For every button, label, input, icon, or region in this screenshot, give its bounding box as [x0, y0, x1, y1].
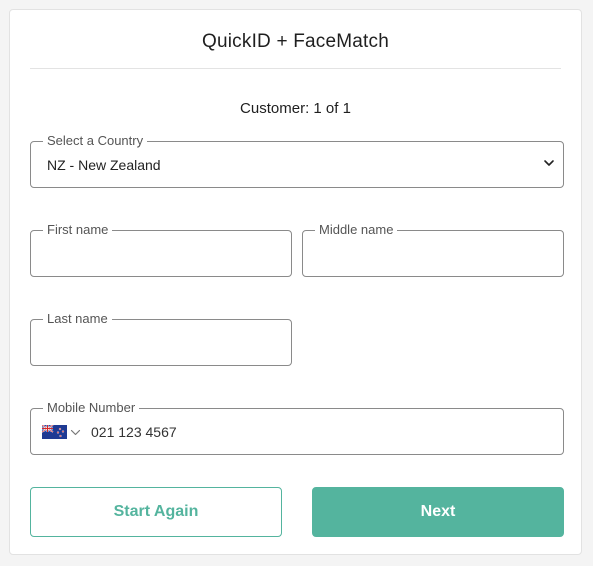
country-value: NZ - New Zealand	[47, 156, 161, 173]
middle-name-field[interactable]: Middle name	[302, 221, 564, 277]
last-name-label: Last name	[43, 310, 112, 328]
first-name-field[interactable]: First name	[30, 221, 292, 277]
page-title: QuickID + FaceMatch	[202, 31, 389, 52]
form-card: QuickID + FaceMatch Customer: 1 of 1 Sel…	[9, 9, 582, 555]
mobile-number-field[interactable]: Mobile Number 021 123 4567	[30, 399, 564, 455]
title-divider	[30, 68, 561, 69]
mobile-number-value: 021 123 4567	[91, 423, 177, 440]
next-button[interactable]: Next	[312, 487, 564, 537]
customer-counter: Customer: 1 of 1	[240, 100, 351, 117]
middle-name-label: Middle name	[315, 221, 398, 239]
start-again-button[interactable]: Start Again	[30, 487, 282, 537]
nz-flag-icon[interactable]	[42, 424, 67, 439]
last-name-field[interactable]: Last name	[30, 310, 292, 366]
country-select[interactable]: Select a Country NZ - New Zealand	[30, 132, 564, 188]
chevron-down-icon[interactable]	[70, 427, 81, 438]
chevron-down-icon	[544, 159, 554, 166]
first-name-label: First name	[43, 221, 113, 239]
